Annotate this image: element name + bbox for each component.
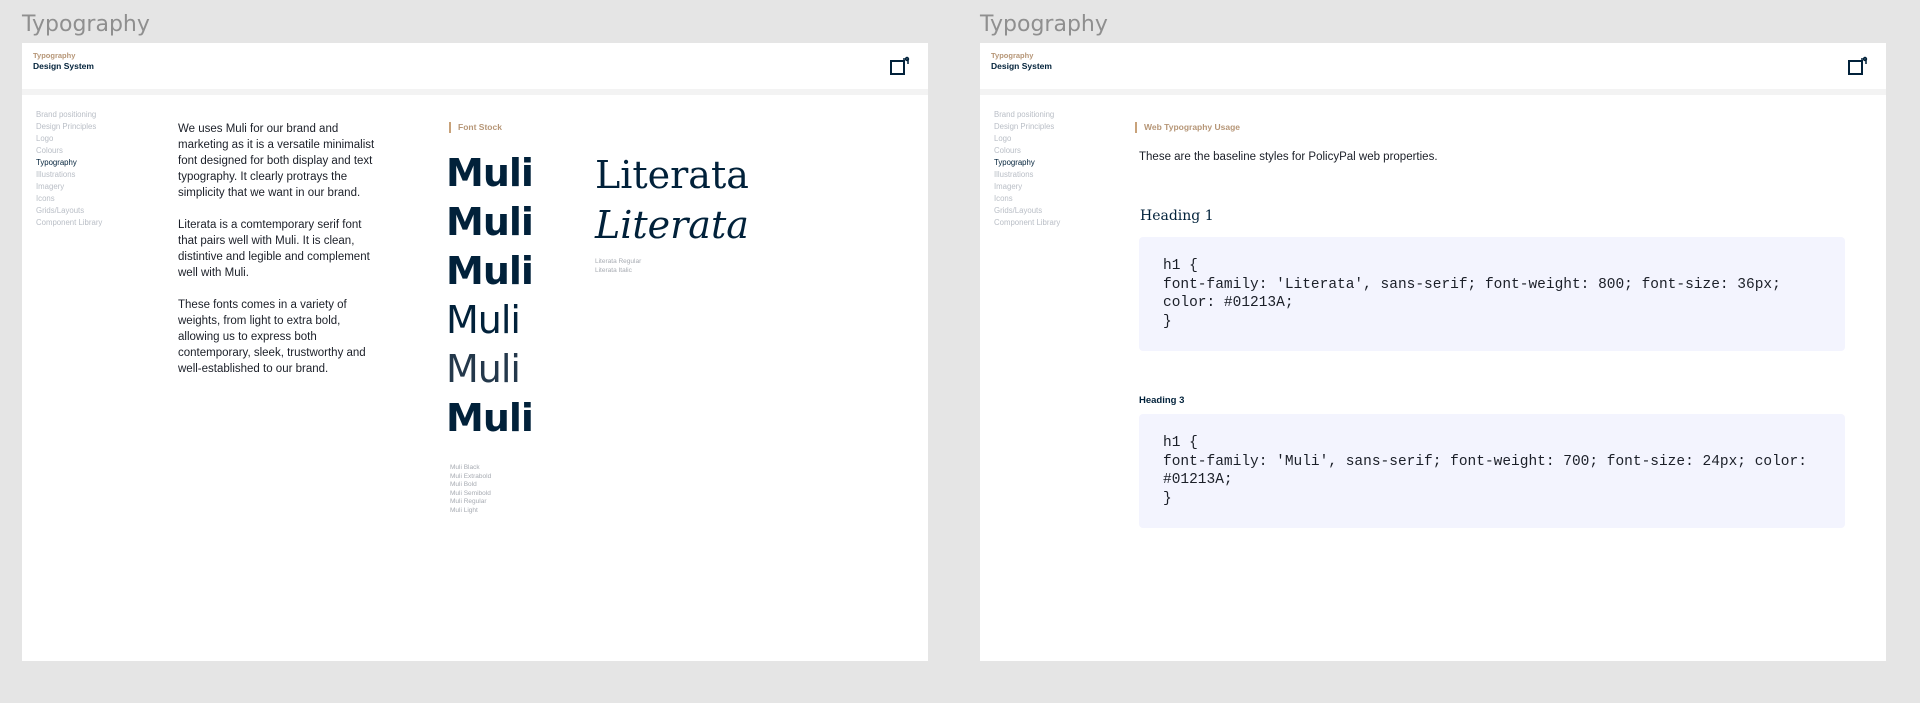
intro-paragraph-weights: These fonts comes in a variety of weight… <box>178 299 366 375</box>
muli-name: Muli Black <box>450 464 480 471</box>
nav-item-component-library[interactable]: Component Library <box>36 217 102 229</box>
nav-item-typography[interactable]: Typography <box>994 157 1060 169</box>
nav-item-imagery[interactable]: Imagery <box>36 181 102 193</box>
nav-item-logo[interactable]: Logo <box>36 133 102 145</box>
heading3-label: Heading 3 <box>1139 395 1185 406</box>
nav-item-logo[interactable]: Logo <box>994 133 1060 145</box>
sidebar-nav: Brand positioning Design Principles Logo… <box>36 109 102 229</box>
literata-italic-sample: Literata <box>595 203 749 247</box>
muli-extrabold-sample: Muli <box>446 200 534 244</box>
nav-item-icons[interactable]: Icons <box>36 193 102 205</box>
muli-semibold-sample: Muli <box>446 298 521 342</box>
nav-item-design-principles[interactable]: Design Principles <box>36 121 102 133</box>
nav-item-component-library[interactable]: Component Library <box>994 217 1060 229</box>
muli-light-sample: Muli <box>446 396 534 440</box>
nav-item-brand-positioning[interactable]: Brand positioning <box>994 109 1060 121</box>
nav-item-colours[interactable]: Colours <box>36 145 102 157</box>
artboard-header: Typography Design System <box>22 43 928 95</box>
muli-samples: Muli Muli Muli Muli Muli Muli <box>446 149 534 443</box>
heading1-code-block: h1 { font-family: 'Literata', sans-serif… <box>1139 237 1845 351</box>
header-crumb: Typography <box>33 51 76 60</box>
frame-title: Typography <box>22 12 150 37</box>
frame-title: Typography <box>980 12 1108 37</box>
nav-item-imagery[interactable]: Imagery <box>994 181 1060 193</box>
nav-item-grids-layouts[interactable]: Grids/Layouts <box>36 205 102 217</box>
heading1-code: h1 { font-family: 'Literata', sans-serif… <box>1163 258 1781 330</box>
heading3-code: h1 { font-family: 'Muli', sans-serif; fo… <box>1163 435 1807 507</box>
muli-name: Muli Extrabold <box>450 472 492 480</box>
literata-name: Literata Italic <box>595 266 632 274</box>
intro-text: We uses Muli for our brand and marketing… <box>178 121 378 393</box>
sidebar-nav: Brand positioning Design Principles Logo… <box>994 109 1060 229</box>
heading3-code-block: h1 { font-family: 'Muli', sans-serif; fo… <box>1139 414 1845 528</box>
muli-name: Muli Semibold <box>450 489 491 497</box>
external-link-icon[interactable] <box>890 56 910 76</box>
header-title: Design System <box>991 61 1052 71</box>
muli-name: Muli Bold <box>450 481 477 488</box>
muli-regular-sample: Muli <box>446 347 521 391</box>
literata-name: Literata Regular <box>595 258 642 265</box>
header-crumb: Typography <box>991 51 1034 60</box>
nav-item-icons[interactable]: Icons <box>994 193 1060 205</box>
nav-item-typography[interactable]: Typography <box>36 157 102 169</box>
artboard-web-typography: Typography Design System Brand positioni… <box>980 43 1886 661</box>
muli-black-sample: Muli <box>446 151 534 195</box>
muli-weight-names: Muli Black Muli Extrabold Muli Bold Muli… <box>450 464 491 515</box>
nav-item-illustrations[interactable]: Illustrations <box>994 169 1060 181</box>
nav-item-illustrations[interactable]: Illustrations <box>36 169 102 181</box>
heading1-label: Heading 1 <box>1140 208 1214 224</box>
muli-bold-sample: Muli <box>446 249 534 293</box>
intro-paragraph-muli: We uses Muli for our brand and marketing… <box>178 123 375 199</box>
intro-paragraph-literata: Literata is a comtemporary serif font th… <box>178 219 370 279</box>
nav-item-grids-layouts[interactable]: Grids/Layouts <box>994 205 1060 217</box>
literata-weight-names: Literata Regular Literata Italic <box>595 258 641 275</box>
literata-samples: Literata Literata <box>595 150 749 250</box>
nav-item-design-principles[interactable]: Design Principles <box>994 121 1060 133</box>
section-label: Web Typography Usage <box>1135 122 1240 133</box>
header-title: Design System <box>33 61 94 71</box>
artboard-header: Typography Design System <box>980 43 1886 95</box>
muli-name: Muli Light <box>450 506 478 514</box>
artboard-font-stock: Typography Design System Brand positioni… <box>22 43 928 661</box>
section-description: These are the baseline styles for Policy… <box>1139 151 1438 163</box>
section-label: Font Stock <box>449 122 502 133</box>
muli-name: Muli Regular <box>450 498 487 505</box>
nav-item-colours[interactable]: Colours <box>994 145 1060 157</box>
nav-item-brand-positioning[interactable]: Brand positioning <box>36 109 102 121</box>
literata-regular-sample: Literata <box>595 153 749 197</box>
external-link-icon[interactable] <box>1848 56 1868 76</box>
